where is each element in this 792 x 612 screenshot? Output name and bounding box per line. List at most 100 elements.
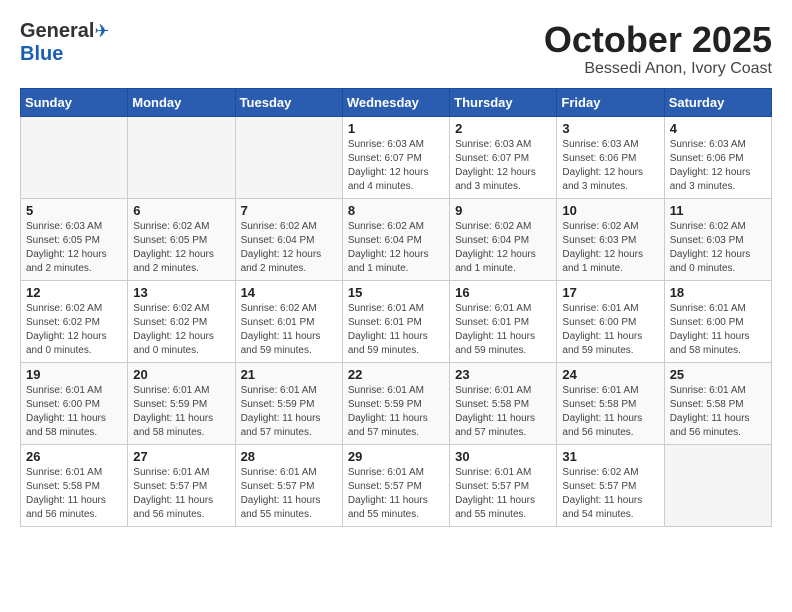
calendar-week-row: 19 Sunrise: 6:01 AM Sunset: 6:00 PM Dayli… (21, 362, 772, 444)
calendar-cell: 25 Sunrise: 6:01 AM Sunset: 5:58 PM Dayli… (664, 362, 771, 444)
calendar-cell: 11 Sunrise: 6:02 AM Sunset: 6:03 PM Dayli… (664, 198, 771, 280)
calendar-cell: 7 Sunrise: 6:02 AM Sunset: 6:04 PM Daylig… (235, 198, 342, 280)
location-subtitle: Bessedi Anon, Ivory Coast (544, 60, 772, 78)
day-number: 6 (133, 203, 229, 218)
day-info: Sunrise: 6:02 AM Sunset: 6:04 PM Dayligh… (348, 220, 444, 276)
day-number: 11 (670, 203, 766, 218)
header-monday: Monday (128, 88, 235, 116)
day-number: 12 (26, 285, 122, 300)
month-title: October 2025 (544, 20, 772, 60)
logo-general: General (20, 20, 94, 42)
day-info: Sunrise: 6:02 AM Sunset: 6:03 PM Dayligh… (670, 220, 766, 276)
day-number: 29 (348, 449, 444, 464)
calendar-week-row: 1 Sunrise: 6:03 AM Sunset: 6:07 PM Daylig… (21, 116, 772, 198)
day-info: Sunrise: 6:01 AM Sunset: 6:00 PM Dayligh… (670, 302, 766, 358)
day-info: Sunrise: 6:03 AM Sunset: 6:06 PM Dayligh… (670, 138, 766, 194)
calendar-cell: 15 Sunrise: 6:01 AM Sunset: 6:01 PM Dayli… (342, 280, 449, 362)
calendar-cell: 23 Sunrise: 6:01 AM Sunset: 5:58 PM Dayli… (450, 362, 557, 444)
day-info: Sunrise: 6:02 AM Sunset: 6:05 PM Dayligh… (133, 220, 229, 276)
calendar-cell: 27 Sunrise: 6:01 AM Sunset: 5:57 PM Dayli… (128, 444, 235, 526)
calendar-cell: 1 Sunrise: 6:03 AM Sunset: 6:07 PM Daylig… (342, 116, 449, 198)
header-thursday: Thursday (450, 88, 557, 116)
day-info: Sunrise: 6:02 AM Sunset: 6:01 PM Dayligh… (241, 302, 337, 358)
calendar-cell: 31Sunrise: 6:02 AM Sunset: 5:57 PM Dayli… (557, 444, 664, 526)
logo-plane-icon: ✈ (94, 21, 109, 41)
header-friday: Friday (557, 88, 664, 116)
calendar-cell (128, 116, 235, 198)
day-info: Sunrise: 6:02 AM Sunset: 6:02 PM Dayligh… (133, 302, 229, 358)
day-info: Sunrise: 6:01 AM Sunset: 5:58 PM Dayligh… (670, 384, 766, 440)
calendar-week-row: 12 Sunrise: 6:02 AM Sunset: 6:02 PM Dayli… (21, 280, 772, 362)
title-section: October 2025 Bessedi Anon, Ivory Coast (544, 20, 772, 78)
day-info: Sunrise: 6:01 AM Sunset: 5:57 PM Dayligh… (348, 466, 444, 522)
day-number: 8 (348, 203, 444, 218)
header-wednesday: Wednesday (342, 88, 449, 116)
day-info: Sunrise: 6:03 AM Sunset: 6:07 PM Dayligh… (455, 138, 551, 194)
calendar-cell: 28 Sunrise: 6:01 AM Sunset: 5:57 PM Dayli… (235, 444, 342, 526)
calendar-cell: 22 Sunrise: 6:01 AM Sunset: 5:59 PM Dayli… (342, 362, 449, 444)
calendar-cell: 16Sunrise: 6:01 AM Sunset: 6:01 PM Dayli… (450, 280, 557, 362)
header-saturday: Saturday (664, 88, 771, 116)
calendar-cell: 21Sunrise: 6:01 AM Sunset: 5:59 PM Dayli… (235, 362, 342, 444)
day-info: Sunrise: 6:01 AM Sunset: 5:58 PM Dayligh… (26, 466, 122, 522)
day-number: 3 (562, 121, 658, 136)
calendar-week-row: 26Sunrise: 6:01 AM Sunset: 5:58 PM Dayli… (21, 444, 772, 526)
calendar-cell: 24Sunrise: 6:01 AM Sunset: 5:58 PM Dayli… (557, 362, 664, 444)
day-info: Sunrise: 6:01 AM Sunset: 5:59 PM Dayligh… (348, 384, 444, 440)
day-number: 30 (455, 449, 551, 464)
calendar-cell: 18 Sunrise: 6:01 AM Sunset: 6:00 PM Dayli… (664, 280, 771, 362)
day-number: 18 (670, 285, 766, 300)
calendar-cell (664, 444, 771, 526)
calendar-cell: 29 Sunrise: 6:01 AM Sunset: 5:57 PM Dayli… (342, 444, 449, 526)
day-info: Sunrise: 6:02 AM Sunset: 6:04 PM Dayligh… (241, 220, 337, 276)
day-info: Sunrise: 6:01 AM Sunset: 5:57 PM Dayligh… (133, 466, 229, 522)
day-info: Sunrise: 6:01 AM Sunset: 5:57 PM Dayligh… (455, 466, 551, 522)
calendar-cell: 26Sunrise: 6:01 AM Sunset: 5:58 PM Dayli… (21, 444, 128, 526)
day-number: 5 (26, 203, 122, 218)
day-number: 9 (455, 203, 551, 218)
day-number: 20 (133, 367, 229, 382)
day-info: Sunrise: 6:01 AM Sunset: 6:00 PM Dayligh… (562, 302, 658, 358)
day-number: 7 (241, 203, 337, 218)
header-sunday: Sunday (21, 88, 128, 116)
calendar-cell (235, 116, 342, 198)
day-number: 1 (348, 121, 444, 136)
day-info: Sunrise: 6:02 AM Sunset: 6:04 PM Dayligh… (455, 220, 551, 276)
day-info: Sunrise: 6:01 AM Sunset: 6:01 PM Dayligh… (348, 302, 444, 358)
day-info: Sunrise: 6:01 AM Sunset: 5:58 PM Dayligh… (562, 384, 658, 440)
calendar-cell (21, 116, 128, 198)
calendar-header-row: Sunday Monday Tuesday Wednesday Thursday… (21, 88, 772, 116)
day-info: Sunrise: 6:01 AM Sunset: 5:58 PM Dayligh… (455, 384, 551, 440)
day-info: Sunrise: 6:03 AM Sunset: 6:05 PM Dayligh… (26, 220, 122, 276)
calendar-cell: 8 Sunrise: 6:02 AM Sunset: 6:04 PM Daylig… (342, 198, 449, 280)
calendar-cell: 3 Sunrise: 6:03 AM Sunset: 6:06 PM Daylig… (557, 116, 664, 198)
day-number: 23 (455, 367, 551, 382)
calendar-cell: 9 Sunrise: 6:02 AM Sunset: 6:04 PM Daylig… (450, 198, 557, 280)
calendar-week-row: 5 Sunrise: 6:03 AM Sunset: 6:05 PM Daylig… (21, 198, 772, 280)
day-info: Sunrise: 6:02 AM Sunset: 6:02 PM Dayligh… (26, 302, 122, 358)
day-number: 27 (133, 449, 229, 464)
day-number: 28 (241, 449, 337, 464)
day-number: 31 (562, 449, 658, 464)
day-number: 22 (348, 367, 444, 382)
day-info: Sunrise: 6:01 AM Sunset: 5:57 PM Dayligh… (241, 466, 337, 522)
day-number: 10 (562, 203, 658, 218)
calendar-cell: 20 Sunrise: 6:01 AM Sunset: 5:59 PM Dayli… (128, 362, 235, 444)
calendar-cell: 30 Sunrise: 6:01 AM Sunset: 5:57 PM Dayli… (450, 444, 557, 526)
page-header: General✈ Blue October 2025 Bessedi Anon,… (20, 20, 772, 78)
day-number: 25 (670, 367, 766, 382)
calendar-cell: 19 Sunrise: 6:01 AM Sunset: 6:00 PM Dayli… (21, 362, 128, 444)
day-info: Sunrise: 6:01 AM Sunset: 5:59 PM Dayligh… (133, 384, 229, 440)
day-info: Sunrise: 6:01 AM Sunset: 5:59 PM Dayligh… (241, 384, 337, 440)
day-number: 15 (348, 285, 444, 300)
logo: General✈ Blue (20, 20, 110, 66)
day-number: 13 (133, 285, 229, 300)
calendar-cell: 5 Sunrise: 6:03 AM Sunset: 6:05 PM Daylig… (21, 198, 128, 280)
day-number: 19 (26, 367, 122, 382)
day-info: Sunrise: 6:01 AM Sunset: 6:00 PM Dayligh… (26, 384, 122, 440)
day-info: Sunrise: 6:03 AM Sunset: 6:07 PM Dayligh… (348, 138, 444, 194)
calendar-cell: 4Sunrise: 6:03 AM Sunset: 6:06 PM Daylig… (664, 116, 771, 198)
day-info: Sunrise: 6:03 AM Sunset: 6:06 PM Dayligh… (562, 138, 658, 194)
day-number: 2 (455, 121, 551, 136)
calendar-cell: 17Sunrise: 6:01 AM Sunset: 6:00 PM Dayli… (557, 280, 664, 362)
